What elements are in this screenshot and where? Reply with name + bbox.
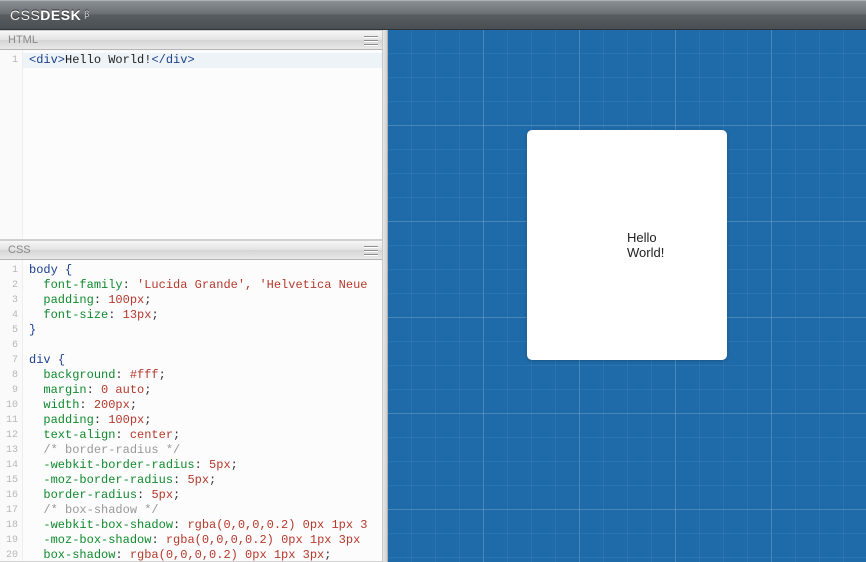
preview-card-text: Hello World! <box>627 230 664 260</box>
code-line[interactable]: margin: 0 auto; <box>29 383 382 398</box>
code-line[interactable]: padding: 100px; <box>29 413 382 428</box>
preview-pane: Hello World! <box>388 30 866 562</box>
code-line[interactable]: body { <box>29 263 382 278</box>
code-line[interactable]: border-radius: 5px; <box>29 488 382 503</box>
logo-css: CSS <box>10 7 40 23</box>
html-code[interactable]: <div>Hello World!</div> <box>23 50 382 239</box>
code-line[interactable]: div { <box>29 353 382 368</box>
app-header: CSSDESKβ <box>0 0 866 30</box>
code-line[interactable]: <div>Hello World!</div> <box>23 53 382 68</box>
code-line[interactable] <box>29 338 382 353</box>
html-panel-header: HTML <box>0 30 382 50</box>
left-panel-stack: HTML 1 <div>Hello World!</div> CSS 12345… <box>0 30 382 562</box>
app-root: CSSDESKβ HTML 1 <div>Hello World!</div> … <box>0 0 866 562</box>
css-editor[interactable]: 123456789101112131415161718192021 body {… <box>0 260 382 562</box>
html-gutter: 1 <box>0 50 23 239</box>
css-gutter: 123456789101112131415161718192021 <box>0 260 23 561</box>
css-panel-title: CSS <box>8 244 31 256</box>
code-line[interactable]: -webkit-box-shadow: rgba(0,0,0,0.2) 0px … <box>29 518 382 533</box>
code-line[interactable]: -webkit-border-radius: 5px; <box>29 458 382 473</box>
code-line[interactable]: padding: 100px; <box>29 293 382 308</box>
grip-icon[interactable] <box>364 241 378 259</box>
code-line[interactable]: text-align: center; <box>29 428 382 443</box>
code-line[interactable]: /* box-shadow */ <box>29 503 382 518</box>
logo: CSSDESKβ <box>10 7 90 23</box>
code-line[interactable]: font-family: 'Lucida Grande', 'Helvetica… <box>29 278 382 293</box>
logo-desk: DESK <box>40 7 81 23</box>
code-line[interactable]: /* border-radius */ <box>29 443 382 458</box>
code-line[interactable]: background: #fff; <box>29 368 382 383</box>
css-panel-header: CSS <box>0 240 382 260</box>
app-body: HTML 1 <div>Hello World!</div> CSS 12345… <box>0 30 866 562</box>
grip-icon[interactable] <box>364 31 378 49</box>
code-line[interactable]: width: 200px; <box>29 398 382 413</box>
code-line[interactable]: box-shadow: rgba(0,0,0,0.2) 0px 1px 3px; <box>29 548 382 561</box>
html-panel-title: HTML <box>8 34 38 46</box>
code-line[interactable]: -moz-border-radius: 5px; <box>29 473 382 488</box>
css-code[interactable]: body { font-family: 'Lucida Grande', 'He… <box>23 260 382 561</box>
preview-card: Hello World! <box>527 130 727 360</box>
code-line[interactable]: -moz-box-shadow: rgba(0,0,0,0.2) 0px 1px… <box>29 533 382 548</box>
logo-beta: β <box>84 9 90 19</box>
code-line[interactable]: font-size: 13px; <box>29 308 382 323</box>
code-line[interactable]: } <box>29 323 382 338</box>
preview-body: Hello World! <box>388 130 866 360</box>
html-editor[interactable]: 1 <div>Hello World!</div> <box>0 50 382 240</box>
